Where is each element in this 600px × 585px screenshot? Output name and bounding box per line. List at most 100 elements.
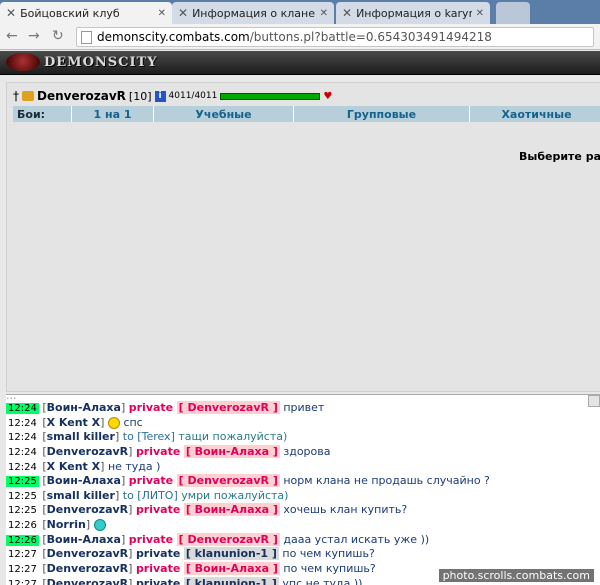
heart-icon: ♥ — [323, 90, 333, 102]
tab-one-on-one[interactable]: 1 на 1 — [71, 106, 153, 122]
private-target[interactable]: [ Воин-Алаха ] — [183, 444, 280, 458]
private-target[interactable]: [ DenverozavR ] — [176, 474, 280, 488]
address-bar[interactable]: demonscity.combats.com/buttons.pl?battle… — [76, 27, 594, 47]
bracket: ] — [100, 459, 105, 473]
close-icon[interactable]: ✕ — [158, 8, 166, 19]
private-label: private — [128, 474, 174, 488]
chat-message: 12:24 [small killer] to [Terex] тащи пож… — [6, 430, 600, 445]
message-time[interactable]: 12:27 — [6, 549, 39, 560]
tab-title: Информация о клане Ne — [192, 6, 316, 20]
private-label: private — [135, 576, 181, 585]
crossed-swords-icon: ✕ — [6, 6, 17, 20]
chat-lines: 12:24 [Воин-Алаха] private [ DenverozavR… — [6, 401, 600, 585]
crossed-swords-icon: ✕ — [342, 6, 353, 20]
browser-tab-user[interactable]: ✕ Информация о karyna ✕ — [336, 2, 490, 24]
message-text: дааа устал искать уже )) — [283, 532, 430, 546]
to-target[interactable]: [Terex] — [137, 430, 175, 443]
bracket: ] — [114, 430, 120, 444]
player-level: [10] — [128, 89, 152, 103]
tab-title: Бойцовский клуб — [20, 6, 120, 20]
reload-icon[interactable]: ↻ — [52, 28, 64, 44]
hp-bar — [220, 92, 321, 100]
message-time[interactable]: 12:24 — [6, 462, 39, 473]
message-sender[interactable]: DenverozavR — [47, 577, 129, 585]
message-sender[interactable]: X Kent X — [47, 416, 101, 429]
message-sender[interactable]: small killer — [47, 430, 115, 443]
message-sender[interactable]: Воин-Алаха — [47, 474, 121, 487]
message-text: по чем купишь? — [282, 547, 375, 561]
message-time[interactable]: 12:25 — [6, 491, 39, 502]
message-time[interactable]: 12:26 — [6, 520, 39, 531]
message-sender[interactable]: Воин-Алаха — [47, 533, 121, 546]
bracket: ] — [128, 444, 133, 458]
private-target[interactable]: [ Воин-Алаха ] — [183, 503, 280, 517]
private-target[interactable]: [ DenverozavR ] — [176, 532, 280, 546]
chat-message: 12:26 [Norrin] — [6, 518, 600, 533]
chat-message: 12:27 [DenverozavR] private [ klanunion-… — [6, 547, 600, 562]
message-text: норм клана не продашь случайно ? — [283, 474, 490, 488]
tab-group[interactable]: Групповые — [293, 106, 469, 122]
smiley-icon — [107, 416, 120, 429]
message-sender[interactable]: DenverozavR — [47, 445, 129, 458]
info-icon[interactable]: i — [154, 90, 166, 102]
browser-tab-clan[interactable]: ✕ Информация о клане Ne ✕ — [172, 2, 334, 24]
message-time[interactable]: 12:25 — [6, 476, 39, 488]
new-tab-button[interactable] — [496, 2, 530, 24]
message-text: умри пожалуйста) — [181, 488, 289, 502]
bracket: ] — [120, 474, 126, 488]
close-icon[interactable]: ✕ — [320, 8, 328, 19]
private-label: private — [128, 401, 174, 414]
browser-tab-active[interactable]: ✕ Бойцовский клуб ✕ — [0, 2, 172, 24]
tab-chaotic[interactable]: Хаотичные — [469, 106, 600, 122]
bracket: ] — [85, 518, 91, 532]
message-time[interactable]: 12:24 — [6, 447, 39, 458]
watermark: photo.scrolls.combats.com — [438, 569, 594, 582]
message-text: привет — [283, 401, 325, 414]
message-sender[interactable]: DenverozavR — [47, 503, 129, 516]
back-arrow-icon[interactable]: ← — [6, 28, 18, 44]
site-logo[interactable]: DEMONSCITY — [6, 53, 158, 71]
private-label: private — [135, 503, 181, 517]
message-time[interactable]: 12:27 — [6, 564, 39, 575]
message-sender[interactable]: DenverozavR — [47, 547, 129, 560]
message-sender[interactable]: small killer — [47, 489, 115, 502]
message-time[interactable]: 12:24 — [6, 418, 39, 429]
message-time[interactable]: 12:26 — [6, 534, 39, 546]
message-text: здорова — [283, 444, 331, 458]
chat-message: 12:25 [Воин-Алаха] private [ DenverozavR… — [6, 474, 600, 489]
message-sender[interactable]: Norrin — [47, 518, 86, 531]
message-text: тащи пожалуйста) — [178, 430, 288, 444]
message-time[interactable]: 12:24 — [6, 403, 39, 414]
player-name[interactable]: DenverozavR — [37, 89, 126, 103]
message-sender[interactable]: Воин-Алаха — [47, 401, 121, 414]
smiley-icon — [93, 519, 106, 532]
url-host: demonscity.combats.com — [97, 30, 250, 44]
skull-icon — [6, 53, 40, 71]
private-target[interactable]: [ DenverozavR ] — [176, 401, 280, 414]
chat-log[interactable]: ... 12:24 [Воин-Алаха] private [ Denvero… — [6, 394, 600, 585]
chat-scrollbar[interactable] — [588, 395, 600, 407]
logo-text: DEMONSCITY — [44, 54, 158, 70]
tab-title: Информация о karyna — [356, 6, 472, 20]
battles-label: Бои: — [17, 107, 46, 121]
private-target[interactable]: [ Воин-Алаха ] — [183, 562, 280, 576]
chat-message: 12:25 [small killer] to [ЛИТО] умри пожа… — [6, 489, 600, 504]
message-time[interactable]: 12:24 — [6, 432, 39, 443]
bracket: ] — [128, 562, 133, 576]
bracket: ] — [128, 576, 133, 585]
private-label: private — [135, 444, 181, 458]
message-sender[interactable]: DenverozavR — [47, 562, 129, 575]
message-sender[interactable]: X Kent X — [47, 460, 101, 473]
private-target[interactable]: [ klanunion-1 ] — [183, 547, 279, 561]
message-time[interactable]: 12:27 — [6, 579, 39, 585]
message-text: не туда ) — [107, 459, 161, 473]
bracket: ] — [120, 532, 126, 546]
forward-arrow-icon[interactable]: → — [28, 28, 40, 44]
to-target[interactable]: [ЛИТО] — [137, 489, 177, 502]
cross-icon: † — [13, 89, 19, 103]
private-target[interactable]: [ klanunion-1 ] — [183, 576, 279, 585]
message-time[interactable]: 12:25 — [6, 505, 39, 516]
bracket: ] — [114, 488, 120, 502]
close-icon[interactable]: ✕ — [476, 8, 484, 19]
tab-training[interactable]: Учебные — [153, 106, 293, 122]
